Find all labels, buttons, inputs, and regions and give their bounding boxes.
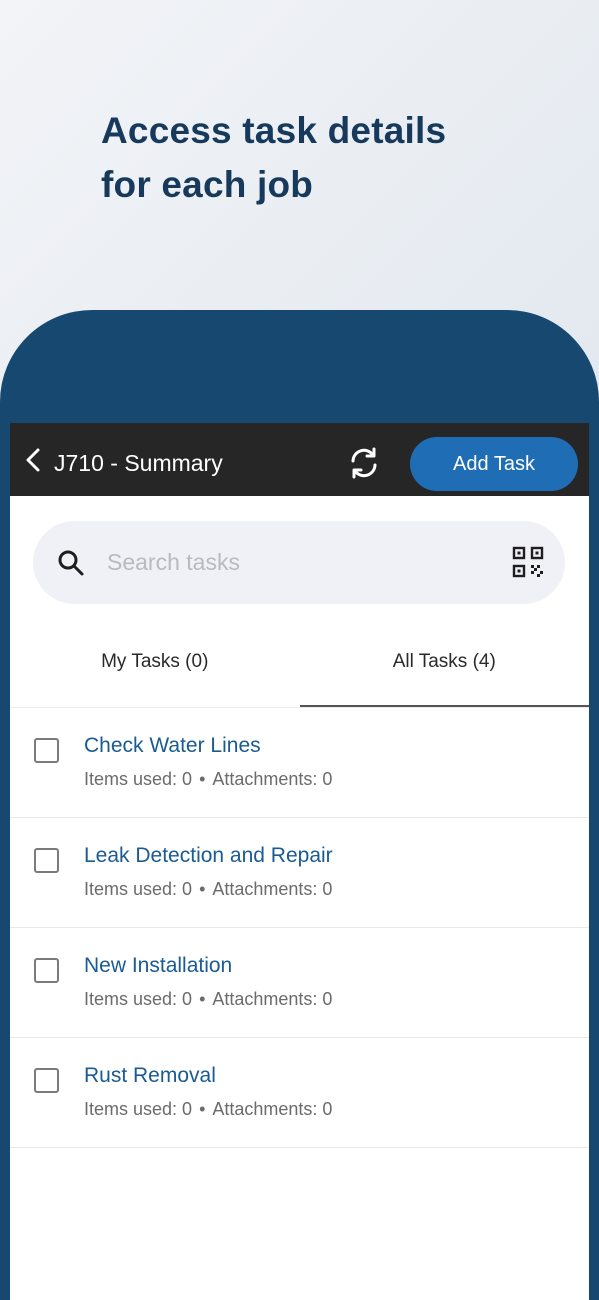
task-attachments: Attachments: 0 — [212, 879, 333, 899]
promo-headline: Access task details for each job — [101, 104, 521, 212]
meta-separator: • — [199, 1099, 206, 1119]
task-meta: Items used: 0 • Attachments: 0 — [84, 1099, 332, 1120]
page-title: J710 - Summary — [54, 450, 223, 476]
task-row[interactable]: New Installation Items used: 0 • Attachmen… — [10, 928, 589, 1038]
task-checkbox[interactable] — [34, 848, 59, 873]
task-row[interactable]: Check Water Lines Items used: 0 • Attachme… — [10, 708, 589, 818]
add-task-button[interactable]: Add Task — [410, 437, 578, 491]
search-bar — [33, 521, 565, 604]
refresh-icon — [351, 447, 377, 479]
task-attachments: Attachments: 0 — [212, 1099, 333, 1119]
task-row[interactable]: Leak Detection and Repair Items used: 0 •… — [10, 818, 589, 928]
task-checkbox[interactable] — [34, 1068, 59, 1093]
back-button[interactable] — [22, 447, 44, 473]
task-attachments: Attachments: 0 — [212, 769, 333, 789]
search-icon — [58, 550, 84, 576]
task-name[interactable]: Rust Removal — [84, 1064, 216, 1088]
qr-code-icon[interactable] — [511, 545, 545, 579]
task-row[interactable]: Rust Removal Items used: 0 • Attachments: … — [10, 1038, 589, 1148]
task-meta: Items used: 0 • Attachments: 0 — [84, 989, 332, 1010]
task-checkbox[interactable] — [34, 958, 59, 983]
tab-all-tasks[interactable]: All Tasks (4) — [299, 623, 590, 707]
task-items-used: Items used: 0 — [84, 1099, 193, 1119]
task-meta: Items used: 0 • Attachments: 0 — [84, 879, 332, 900]
app-screen: J710 - Summary Add Task Search tasks My … — [10, 423, 589, 1300]
meta-separator: • — [199, 769, 206, 789]
task-items-used: Items used: 0 — [84, 769, 193, 789]
task-tabs: My Tasks (0) All Tasks (4) — [10, 623, 589, 707]
task-name[interactable]: Check Water Lines — [84, 734, 261, 758]
meta-separator: • — [199, 879, 206, 899]
chevron-left-icon — [26, 448, 40, 472]
task-items-used: Items used: 0 — [84, 989, 193, 1009]
promo-headline-line-1: Access task details — [101, 110, 447, 151]
task-list: Check Water Lines Items used: 0 • Attachme… — [10, 708, 589, 1148]
promo-headline-line-2: for each job — [101, 164, 314, 205]
task-attachments: Attachments: 0 — [212, 989, 333, 1009]
app-bar: J710 - Summary Add Task — [10, 423, 589, 496]
task-name[interactable]: New Installation — [84, 954, 232, 978]
refresh-button[interactable] — [346, 445, 382, 481]
search-input[interactable] — [107, 541, 487, 583]
task-items-used: Items used: 0 — [84, 879, 193, 899]
tab-my-tasks[interactable]: My Tasks (0) — [10, 623, 300, 707]
meta-separator: • — [199, 989, 206, 1009]
task-checkbox[interactable] — [34, 738, 59, 763]
task-meta: Items used: 0 • Attachments: 0 — [84, 769, 332, 790]
task-name[interactable]: Leak Detection and Repair — [84, 844, 333, 868]
